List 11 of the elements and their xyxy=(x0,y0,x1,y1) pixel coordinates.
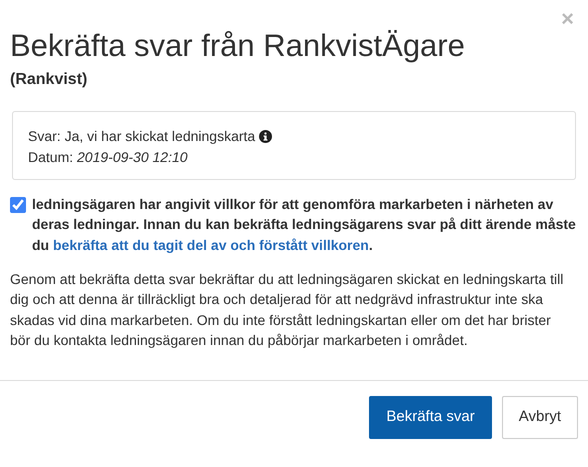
consent-checkbox[interactable] xyxy=(10,197,26,214)
confirm-button[interactable]: Bekräfta svar xyxy=(369,396,492,439)
answer-date: Datum: 2019-09-30 12:10 xyxy=(28,148,189,167)
answer-text: Svar: Ja, vi har skickat ledningskarta xyxy=(28,128,256,144)
consent-text: ledningsägaren har angivit villkor för att genomföra markarbeten i närheten av deras ledningar. Innan du kan bekräfta ledningsägarens svar på ditt ärende måste du bekräfta att du tagit del av och förstått villkoren. xyxy=(32,195,577,255)
dialog-title: Bekräfta svar från RankvistÄgare xyxy=(10,27,466,65)
info-icon[interactable] xyxy=(259,130,272,144)
dialog-subtitle: (Rankvist) xyxy=(10,70,88,90)
terms-link[interactable]: bekräfta att du tagit del av och förstått villkoren xyxy=(53,236,369,253)
info-paragraph: Genom att bekräfta detta svar bekräftar du att ledningsägaren skickat en ledningskarta till dig och att denna är tillräckligt bra och detaljerad för att nedgrävd infrastruktur inte ska skadas vid dina markarbeten. Om du inte förstått ledningskartan eller om det har brister bör du kontakta ledningsägaren innan du påbörjar markarbeten i området. xyxy=(10,270,564,350)
cancel-button[interactable]: Avbryt xyxy=(502,396,578,439)
